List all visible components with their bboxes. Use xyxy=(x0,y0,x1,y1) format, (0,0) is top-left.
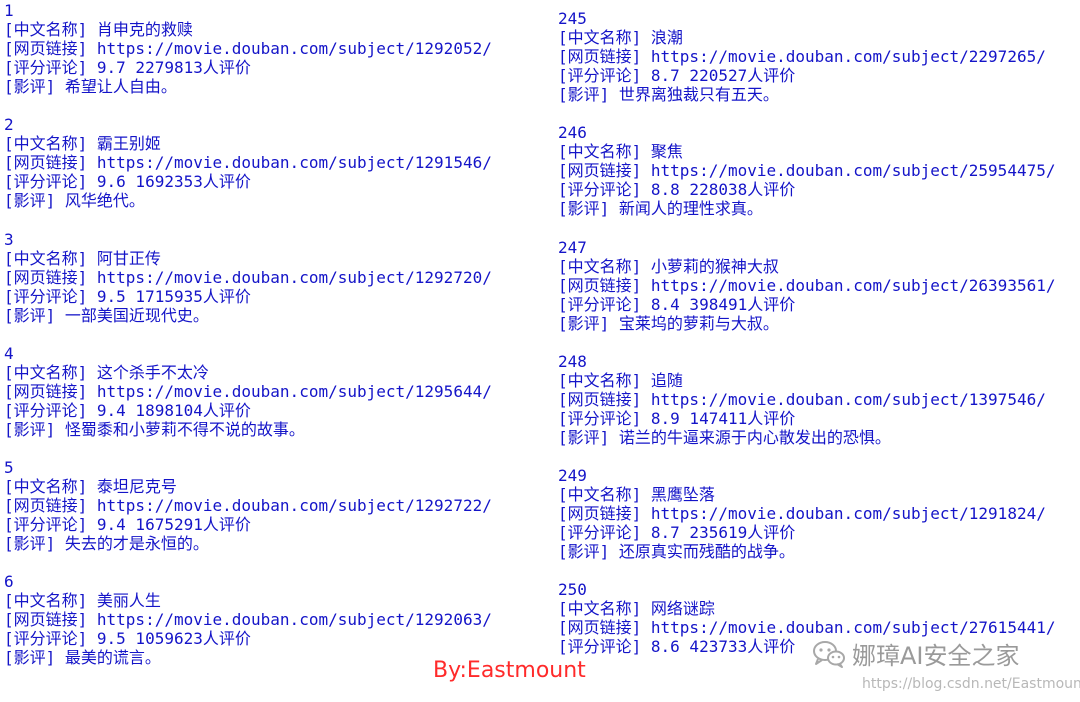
movie-record: 4 [中文名称] 这个杀手不太冷 [网页链接] https://movie.do… xyxy=(4,344,492,458)
record-name: [中文名称] 泰坦尼克号 xyxy=(4,477,177,497)
record-link: [网页链接] https://movie.douban.com/subject/… xyxy=(4,153,492,173)
record-name: [中文名称] 肖申克的救赎 xyxy=(4,20,193,39)
record-name: [中文名称] 这个杀手不太冷 xyxy=(4,362,209,382)
record-review: [影评] 失去的才是永恒的。 xyxy=(4,534,209,554)
movie-record: 1 [中文名称] 肖申克的救赎 [网页链接] https://movie.dou… xyxy=(4,1,492,115)
record-name: [中文名称] 追随 xyxy=(558,370,683,390)
record-link: [网页链接] https://movie.douban.com/subject/… xyxy=(4,39,492,58)
record-index: 245 xyxy=(558,9,587,28)
movie-record: 247 [中文名称] 小萝莉的猴神大叔 [网页链接] https://movie… xyxy=(558,238,1055,352)
record-review: [影评] 希望让人自由。 xyxy=(4,77,177,96)
record-rating: [评分评论] 9.4 1675291人评价 xyxy=(4,515,251,535)
record-rating: [评分评论] 9.6 1692353人评价 xyxy=(4,172,251,192)
record-rating: [评分评论] 8.7 220527人评价 xyxy=(558,66,796,85)
wechat-icon xyxy=(812,639,846,669)
watermark-name: 娜璋AI安全之家 xyxy=(852,642,1020,670)
record-rating: [评分评论] 8.8 228038人评价 xyxy=(558,180,796,200)
record-rating: [评分评论] 8.4 398491人评价 xyxy=(558,294,796,314)
record-index: 2 xyxy=(4,115,14,135)
movie-record: 245 [中文名称] 浪潮 [网页链接] https://movie.douba… xyxy=(558,9,1055,123)
record-rating: [评分评论] 8.9 147411人评价 xyxy=(558,408,796,428)
record-link: [网页链接] https://movie.douban.com/subject/… xyxy=(558,618,1056,638)
record-index: 3 xyxy=(4,229,14,249)
record-index: 246 xyxy=(558,123,587,143)
right-column: 245 [中文名称] 浪潮 [网页链接] https://movie.douba… xyxy=(558,9,1055,695)
record-index: 249 xyxy=(558,466,587,486)
record-rating: [评分评论] 9.7 2279813人评价 xyxy=(4,58,251,77)
record-rating: [评分评论] 9.4 1898104人评价 xyxy=(4,400,251,420)
record-name: [中文名称] 小萝莉的猴神大叔 xyxy=(558,256,779,276)
record-link: [网页链接] https://movie.douban.com/subject/… xyxy=(558,389,1046,409)
record-name: [中文名称] 霸王别姬 xyxy=(4,134,161,154)
movie-record: 5 [中文名称] 泰坦尼克号 [网页链接] https://movie.doub… xyxy=(4,458,492,572)
record-rating: [评分评论] 8.7 235619人评价 xyxy=(558,523,796,543)
record-rating: [评分评论] 9.5 1715935人评价 xyxy=(4,286,251,306)
record-review: [影评] 还原真实而残酷的战争。 xyxy=(558,542,795,562)
record-name: [中文名称] 阿甘正传 xyxy=(4,248,161,268)
left-column: 1 [中文名称] 肖申克的救赎 [网页链接] https://movie.dou… xyxy=(4,1,492,687)
record-review: [影评] 诺兰的牛逼来源于内心散发出的恐惧。 xyxy=(558,427,891,447)
record-index: 250 xyxy=(558,580,587,600)
record-review: [影评] 新闻人的理性求真。 xyxy=(558,199,763,219)
record-index: 4 xyxy=(4,343,14,363)
record-link: [网页链接] https://movie.douban.com/subject/… xyxy=(558,504,1046,524)
movie-record: 3 [中文名称] 阿甘正传 [网页链接] https://movie.douba… xyxy=(4,230,492,344)
record-link: [网页链接] https://movie.douban.com/subject/… xyxy=(4,381,492,401)
record-link: [网页链接] https://movie.douban.com/subject/… xyxy=(558,47,1046,66)
record-name: [中文名称] 聚焦 xyxy=(558,142,683,162)
record-index: 1 xyxy=(4,1,14,20)
record-index: 247 xyxy=(558,237,587,257)
record-review: [影评] 宝莱坞的萝莉与大叔。 xyxy=(558,313,779,333)
record-name: [中文名称] 黑鹰坠落 xyxy=(558,485,715,505)
record-review: [影评] 风华绝代。 xyxy=(4,191,145,211)
record-name: [中文名称] 浪潮 xyxy=(558,28,683,47)
watermark: 娜璋AI安全之家 xyxy=(812,636,1020,671)
record-name: [中文名称] 网络谜踪 xyxy=(558,599,715,619)
watermark-url: https://blog.csdn.net/Eastmount xyxy=(862,676,1080,692)
record-index: 5 xyxy=(4,458,14,478)
author-byline: By:Eastmount xyxy=(433,658,586,683)
record-link: [网页链接] https://movie.douban.com/subject/… xyxy=(558,161,1056,181)
record-review: [影评] 一部美国近现代史。 xyxy=(4,305,209,325)
record-link: [网页链接] https://movie.douban.com/subject/… xyxy=(4,610,492,630)
record-index: 6 xyxy=(4,572,14,592)
record-link: [网页链接] https://movie.douban.com/subject/… xyxy=(4,496,492,516)
movie-record: 2 [中文名称] 霸王别姬 [网页链接] https://movie.douba… xyxy=(4,115,492,229)
record-review: [影评] 怪蜀黍和小萝莉不得不说的故事。 xyxy=(4,419,305,439)
record-name: [中文名称] 美丽人生 xyxy=(4,591,161,611)
record-link: [网页链接] https://movie.douban.com/subject/… xyxy=(558,275,1056,295)
movie-record: 249 [中文名称] 黑鹰坠落 [网页链接] https://movie.dou… xyxy=(558,466,1055,580)
record-index: 248 xyxy=(558,351,587,371)
movie-record: 246 [中文名称] 聚焦 [网页链接] https://movie.douba… xyxy=(558,123,1055,237)
record-rating: [评分评论] 9.5 1059623人评价 xyxy=(4,629,251,649)
record-review: [影评] 最美的谎言。 xyxy=(4,648,161,668)
record-review: [影评] 世界离独裁只有五天。 xyxy=(558,85,779,104)
movie-record: 6 [中文名称] 美丽人生 [网页链接] https://movie.douba… xyxy=(4,572,492,686)
record-link: [网页链接] https://movie.douban.com/subject/… xyxy=(4,267,492,287)
movie-record: 248 [中文名称] 追随 [网页链接] https://movie.douba… xyxy=(558,352,1055,466)
